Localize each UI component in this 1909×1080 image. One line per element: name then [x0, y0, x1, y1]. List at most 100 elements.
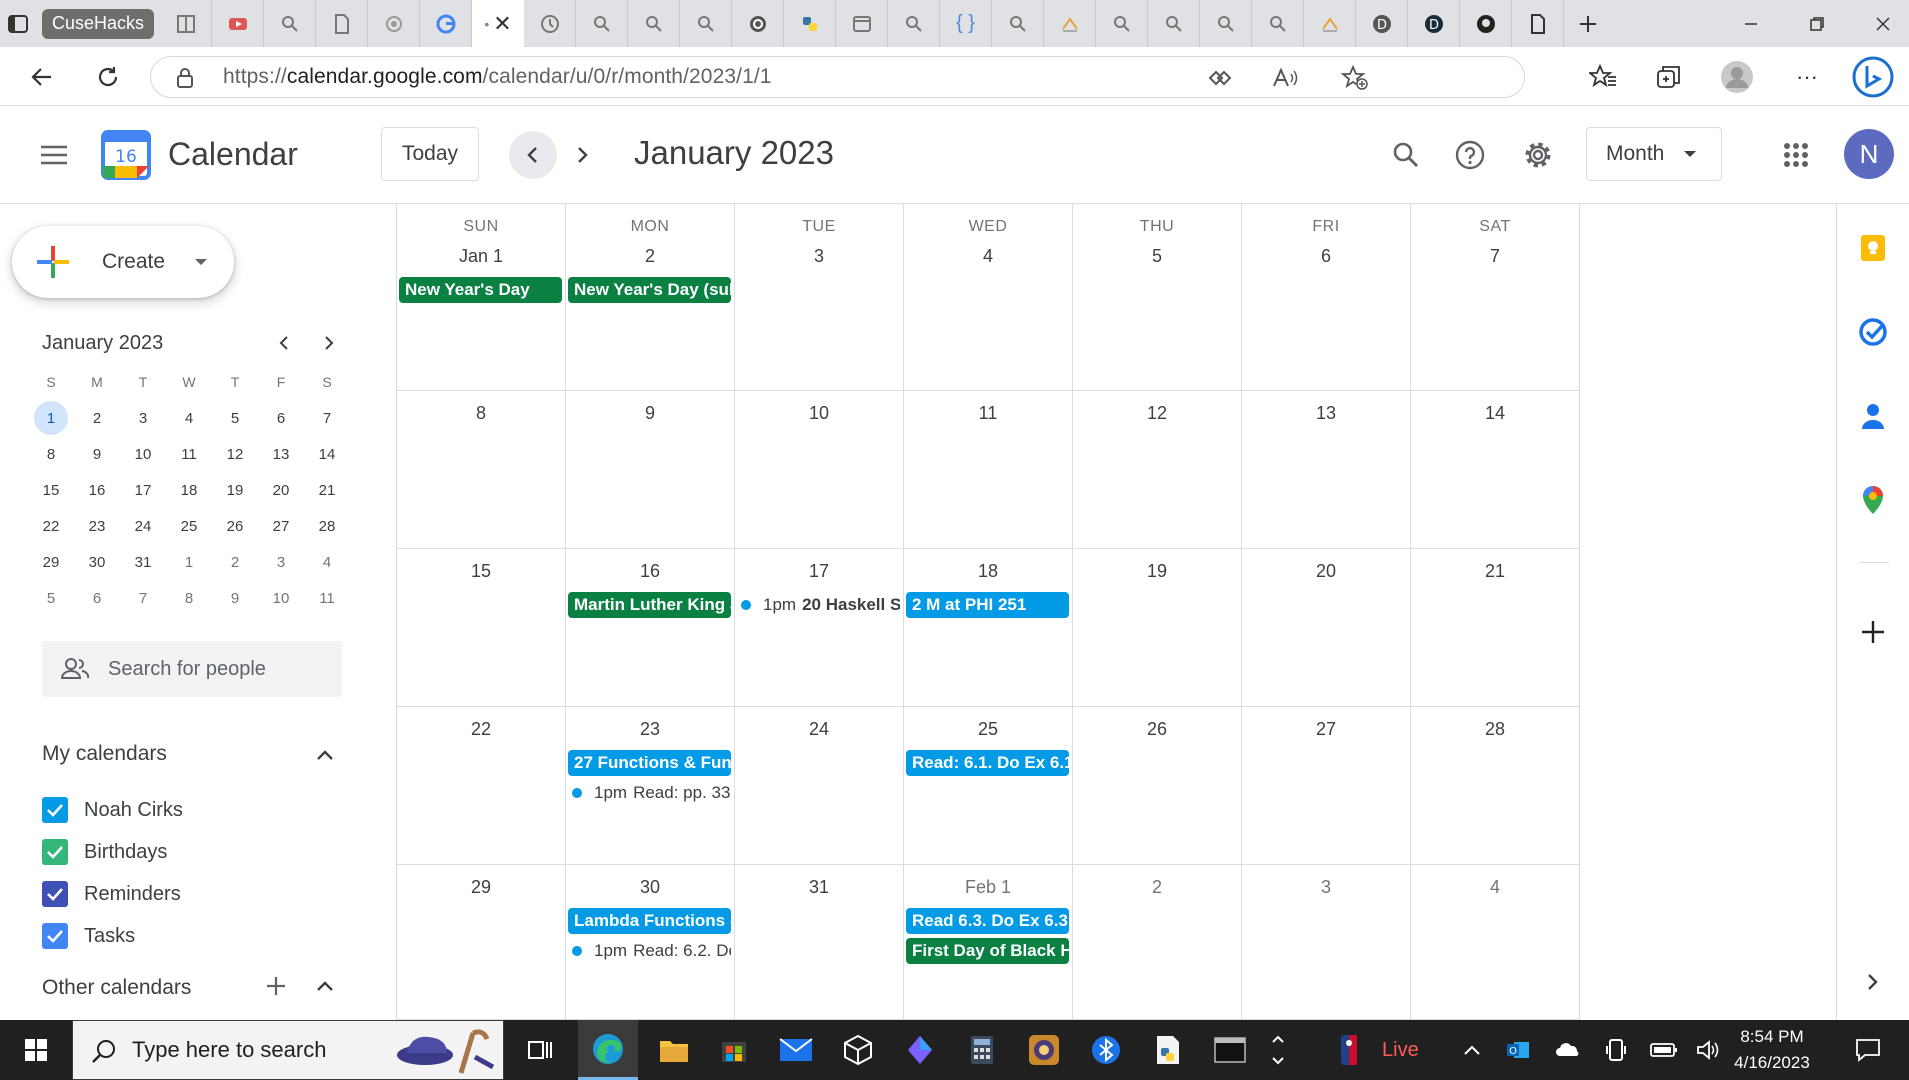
day-cell[interactable]: THU 5	[1073, 204, 1242, 391]
mini-day[interactable]: 5	[212, 400, 258, 436]
day-cell[interactable]: 27	[1242, 707, 1411, 865]
tab-search-icon[interactable]	[992, 0, 1045, 47]
add-other-calendar-icon[interactable]	[256, 966, 296, 1006]
volume-icon[interactable]	[1692, 1034, 1724, 1066]
day-cell[interactable]: MON 2 New Year's Day (substitute)	[566, 204, 735, 391]
calendar-item-birthdays[interactable]: Birthdays	[42, 834, 167, 870]
day-number[interactable]: 25	[904, 719, 1072, 740]
day-number[interactable]: 23	[566, 719, 734, 740]
mini-day[interactable]: 31	[120, 544, 166, 580]
timed-event[interactable]: 1pm Read: pp. 33 -3	[572, 780, 731, 806]
task-view-icon[interactable]	[510, 1020, 570, 1080]
day-cell[interactable]: 15	[397, 549, 566, 707]
day-cell[interactable]: 10	[735, 391, 904, 549]
tab-openai-icon[interactable]	[732, 0, 785, 47]
back-icon[interactable]	[22, 57, 62, 97]
mini-day[interactable]: 23	[74, 508, 120, 544]
tab-search-icon[interactable]	[680, 0, 733, 47]
lock-icon[interactable]	[175, 67, 195, 94]
mini-day[interactable]: 11	[304, 580, 350, 616]
day-cell[interactable]: 22	[397, 707, 566, 865]
tab-search-icon[interactable]	[1148, 0, 1201, 47]
mini-day[interactable]: 15	[28, 472, 74, 508]
day-cell[interactable]: 31	[735, 865, 904, 1020]
day-cell[interactable]: 13	[1242, 391, 1411, 549]
search-icon[interactable]	[1382, 131, 1430, 179]
mini-day[interactable]: 29	[28, 544, 74, 580]
tab-app-icon[interactable]	[836, 0, 889, 47]
day-cell[interactable]: 19	[1073, 549, 1242, 707]
mini-day[interactable]: 30	[74, 544, 120, 580]
tab-search-icon[interactable]	[628, 0, 681, 47]
day-number[interactable]: 8	[397, 403, 565, 424]
view-switcher-dropdown[interactable]: Month	[1586, 127, 1722, 181]
terminal-icon[interactable]	[1200, 1020, 1260, 1080]
battery-icon[interactable]	[1648, 1034, 1680, 1066]
today-button[interactable]: Today	[381, 127, 479, 181]
tab-calendar-active[interactable]: • ✕	[472, 0, 525, 47]
day-number[interactable]: 4	[1411, 877, 1579, 898]
taskbar-overflow-icon[interactable]	[1266, 1020, 1290, 1080]
edge-browser-icon[interactable]	[578, 1020, 638, 1080]
day-number[interactable]: 14	[1411, 403, 1579, 424]
url-field[interactable]: https://calendar.google.com/calendar/u/0…	[150, 56, 1525, 98]
day-number[interactable]: 12	[1073, 403, 1241, 424]
show-hidden-icons-icon[interactable]	[1456, 1034, 1488, 1066]
collapse-my-calendars-icon[interactable]	[305, 735, 345, 775]
mini-day[interactable]: 13	[258, 436, 304, 472]
mini-day[interactable]: 8	[28, 436, 74, 472]
day-number[interactable]: 20	[1242, 561, 1410, 582]
day-number[interactable]: 11	[904, 403, 1072, 424]
calendar-item-tasks[interactable]: Tasks	[42, 918, 135, 954]
day-number[interactable]: 27	[1242, 719, 1410, 740]
next-month-icon[interactable]	[558, 131, 606, 179]
profile-icon[interactable]	[1716, 56, 1758, 98]
day-number[interactable]: 2	[1073, 877, 1241, 898]
day-cell[interactable]: 11	[904, 391, 1073, 549]
mini-day[interactable]: 17	[120, 472, 166, 508]
timed-event[interactable]: 1pm Read: 6.2. Do E	[572, 938, 731, 964]
mini-day[interactable]: 16	[74, 472, 120, 508]
onedrive-icon[interactable]	[1552, 1034, 1584, 1066]
mini-day[interactable]: 4	[166, 400, 212, 436]
day-cell[interactable]: 26	[1073, 707, 1242, 865]
bing-icon[interactable]	[1852, 56, 1894, 98]
reload-icon[interactable]	[88, 57, 128, 97]
day-cell[interactable]: 12	[1073, 391, 1242, 549]
tasks-icon[interactable]	[1853, 312, 1893, 352]
day-cell[interactable]: 28	[1411, 707, 1580, 865]
day-cell[interactable]: 23 27 Functions & Functions 1pm Read: pp. 3…	[566, 707, 735, 865]
close-window-icon[interactable]	[1848, 0, 1909, 47]
tab-settings-icon[interactable]	[368, 0, 421, 47]
calendar-logo-icon[interactable]: 16	[101, 130, 151, 180]
tab-d-icon[interactable]: D	[1408, 0, 1461, 47]
restore-icon[interactable]	[1782, 0, 1852, 47]
day-number[interactable]: 2	[566, 246, 734, 267]
mini-day[interactable]: 3	[120, 400, 166, 436]
app-title[interactable]: Calendar	[168, 136, 298, 173]
mini-day-selected[interactable]: 1	[28, 400, 74, 436]
event-chip[interactable]: First Day of Black History Month	[906, 938, 1069, 964]
day-cell[interactable]: 8	[397, 391, 566, 549]
day-number[interactable]: 22	[397, 719, 565, 740]
mini-prev-month-icon[interactable]	[265, 324, 303, 362]
contacts-icon[interactable]	[1853, 396, 1893, 436]
minimize-icon[interactable]	[1716, 0, 1786, 47]
day-cell[interactable]: SUN Jan 1 New Year's Day	[397, 204, 566, 391]
day-number[interactable]: Jan 1	[397, 246, 565, 267]
mini-day[interactable]: 2	[212, 544, 258, 580]
day-number[interactable]: 31	[735, 877, 903, 898]
tab-search-icon[interactable]	[264, 0, 317, 47]
maps-icon[interactable]	[1853, 480, 1893, 520]
windows-start-icon[interactable]	[0, 1020, 72, 1080]
people-search-field[interactable]: Search for people	[42, 641, 342, 697]
python-file-icon[interactable]	[1138, 1020, 1198, 1080]
collections-icon[interactable]	[1648, 56, 1690, 98]
day-cell[interactable]: 17 1pm 20 Haskell Set	[735, 549, 904, 707]
more-icon[interactable]: ···	[1786, 56, 1828, 98]
day-cell[interactable]: 20	[1242, 549, 1411, 707]
event-chip[interactable]: 27 Functions & Functions	[568, 750, 731, 776]
mini-day[interactable]: 21	[304, 472, 350, 508]
tab-search-icon[interactable]	[888, 0, 941, 47]
day-number[interactable]: 30	[566, 877, 734, 898]
